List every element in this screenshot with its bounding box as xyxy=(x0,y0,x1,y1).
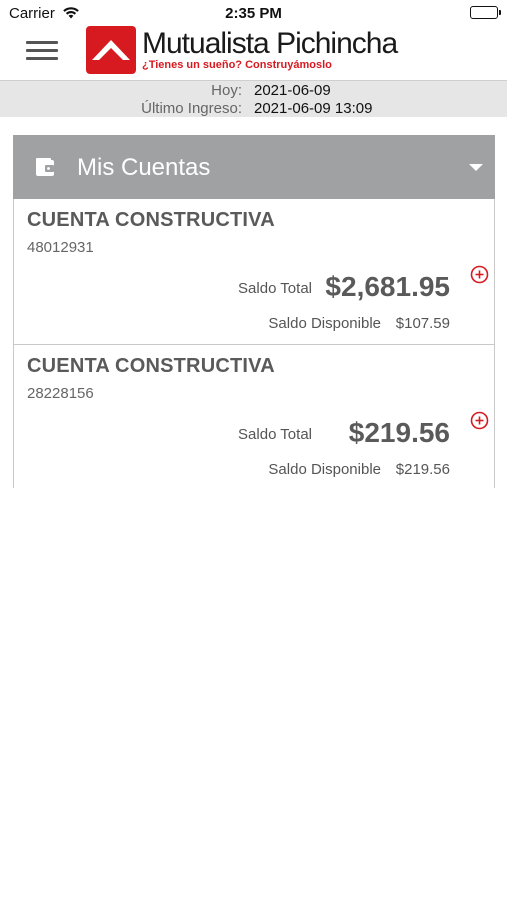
available-balance-label: Saldo Disponible xyxy=(268,461,381,478)
battery-icon xyxy=(470,6,501,19)
account-name: CUENTA CONSTRUCTIVA xyxy=(27,209,275,231)
account-card[interactable]: CUENTA CONSTRUCTIVA 28228156 Saldo Total… xyxy=(14,345,494,491)
accounts-panel-title: Mis Cuentas xyxy=(77,154,211,181)
logo-mark-icon xyxy=(86,26,136,74)
account-name: CUENTA CONSTRUCTIVA xyxy=(27,355,275,377)
total-balance-label: Saldo Total xyxy=(238,280,312,297)
available-balance-value: $219.56 xyxy=(395,461,450,478)
last-login-label: Último Ingreso: xyxy=(141,100,242,117)
clock: 2:35 PM xyxy=(225,5,282,22)
app-header: Mutualista Pichincha ¿Tienes un sueño? C… xyxy=(0,26,507,80)
plus-circle-icon[interactable] xyxy=(470,265,489,284)
account-number: 28228156 xyxy=(27,385,94,402)
available-balance-value: $107.59 xyxy=(395,315,450,332)
total-balance-value: $2,681.95 xyxy=(325,271,450,302)
session-info-bar: Hoy: 2021-06-09 Último Ingreso: 2021-06-… xyxy=(0,80,507,117)
accounts-panel-header[interactable]: Mis Cuentas xyxy=(13,135,495,199)
status-bar: Carrier 2:35 PM xyxy=(0,0,507,26)
brand-name: Mutualista Pichincha xyxy=(142,27,398,60)
wallet-icon xyxy=(35,157,57,182)
total-balance-label: Saldo Total xyxy=(238,426,312,443)
account-card[interactable]: CUENTA CONSTRUCTIVA 48012931 Saldo Total… xyxy=(14,199,494,345)
chevron-down-icon[interactable] xyxy=(469,164,483,171)
plus-circle-icon[interactable] xyxy=(470,411,489,430)
today-row: Hoy: 2021-06-09 xyxy=(0,82,507,100)
last-login-row: Último Ingreso: 2021-06-09 13:09 xyxy=(0,100,507,118)
today-value: 2021-06-09 xyxy=(254,82,331,99)
available-balance-label: Saldo Disponible xyxy=(268,315,381,332)
brand-logo: Mutualista Pichincha ¿Tienes un sueño? C… xyxy=(86,26,398,74)
last-login-value: 2021-06-09 13:09 xyxy=(254,100,373,117)
account-number: 48012931 xyxy=(27,239,94,256)
accounts-panel: Mis Cuentas CUENTA CONSTRUCTIVA 48012931… xyxy=(13,135,495,491)
total-balance-value: $219.56 xyxy=(348,417,450,448)
today-label: Hoy: xyxy=(211,82,242,99)
hamburger-menu-icon[interactable] xyxy=(26,38,60,66)
